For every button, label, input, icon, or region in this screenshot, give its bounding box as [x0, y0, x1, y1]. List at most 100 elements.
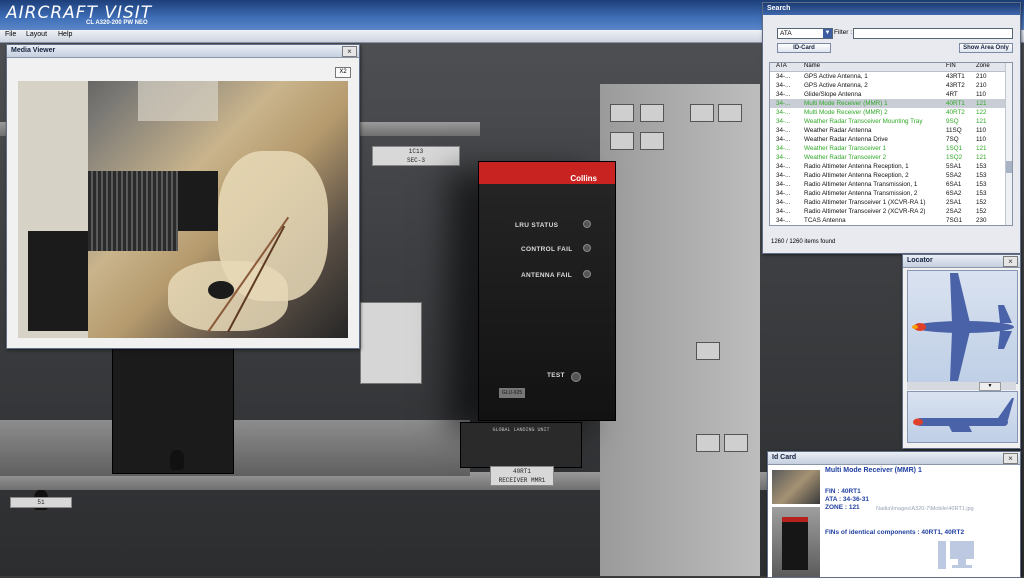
chevron-down-icon[interactable]: ▼ — [979, 382, 1001, 391]
photo-knob — [208, 281, 234, 299]
locator-slider[interactable]: ▼ — [907, 382, 1016, 391]
col-fin[interactable]: FIN — [946, 63, 956, 69]
menu-file[interactable]: File — [5, 31, 16, 38]
component-fin: FIN : 40RT1 — [825, 488, 861, 495]
zoom-x2-button[interactable]: X2 — [335, 67, 351, 78]
rack-knob — [170, 450, 184, 470]
fin-cell: 43RT2 — [946, 82, 965, 89]
photo-upper-tray — [138, 81, 218, 121]
fin-cell: 7SG1 — [946, 217, 963, 224]
zone-cell: 121 — [976, 118, 987, 125]
image-path-hint: Nadia\Images\A320-7\Mobile\40RT1.jpg — [876, 506, 974, 512]
menu-layout[interactable]: Layout — [26, 31, 47, 38]
name-cell: GPS Active Antenna, 2 — [804, 82, 868, 89]
equipment-photo[interactable] — [18, 81, 348, 338]
ata-cell: 34-... — [776, 82, 791, 89]
table-row[interactable]: 34-... Weather Radar Antenna 11SQ 110 — [770, 126, 1006, 135]
fin-cell: 7SQ — [946, 136, 959, 143]
receiver-mmr1-label: 40RT1 RECEIVER MMR1 — [490, 466, 554, 486]
chevron-down-icon[interactable]: ▼ — [823, 29, 832, 38]
table-row[interactable]: 34-... GPS Active Antenna, 2 43RT2 210 — [770, 81, 1006, 90]
zone-cell: 210 — [976, 82, 987, 89]
close-icon[interactable]: × — [1003, 453, 1018, 464]
ata-cell: 34-... — [776, 154, 791, 161]
search-titlebar[interactable]: Search — [763, 3, 1020, 15]
table-row[interactable]: 34-... Radio Altimeter Antenna Reception,… — [770, 162, 1006, 171]
menu-help[interactable]: Help — [58, 31, 72, 38]
zone-cell: 121 — [976, 100, 987, 107]
filter-input[interactable] — [853, 28, 1013, 39]
id-card-button[interactable]: ID-Card — [777, 43, 831, 53]
ata-cell: 34-... — [776, 199, 791, 206]
mmr-lru-unit[interactable]: Collins LRU STATUS CONTROL FAIL ANTENNA … — [478, 161, 616, 421]
name-cell: TCAS Antenna — [804, 217, 846, 224]
id-card-titlebar[interactable]: Id Card × — [768, 452, 1020, 465]
zone-cell: 230 — [976, 217, 987, 224]
component-zone: ZONE : 121 — [825, 504, 860, 511]
name-cell: Weather Radar Transceiver Mounting Tray — [804, 118, 923, 125]
table-row[interactable]: 34-... Glide/Slope Antenna 4RT 110 — [770, 90, 1006, 99]
table-row[interactable]: 34-... Radio Altimeter Transceiver 1 (XCV… — [770, 198, 1006, 207]
ata-cell: 34-... — [776, 190, 791, 197]
component-ata: ATA : 34-36-31 — [825, 496, 869, 503]
ata-select[interactable]: ATA ▼ — [777, 28, 833, 39]
zone-cell: 152 — [976, 208, 987, 215]
photo-dark-box — [28, 231, 88, 331]
table-row[interactable]: 34-... Weather Radar Transceiver Mounting… — [770, 117, 1006, 126]
connector — [640, 104, 664, 122]
equipment-shelf — [0, 420, 470, 476]
name-cell: Radio Altimeter Antenna Transmission, 2 — [804, 190, 918, 197]
table-row[interactable]: 34-... TCAS Antenna 7SG1 230 — [770, 216, 1006, 225]
table-row[interactable]: 34-... GPS Active Antenna, 1 43RT1 210 — [770, 72, 1006, 81]
ata-cell: 34-... — [776, 163, 791, 170]
table-row[interactable]: 34-... Radio Altimeter Antenna Transmissi… — [770, 180, 1006, 189]
media-viewer-titlebar[interactable]: Media Viewer × — [7, 45, 359, 58]
photo-connector — [178, 171, 218, 231]
ata-cell: 34-... — [776, 172, 791, 179]
close-icon[interactable]: × — [342, 46, 357, 57]
fin-cell: 2SA2 — [946, 208, 962, 215]
table-row[interactable]: 34-... Multi Mode Receiver (MMR) 2 40RT2 12… — [770, 108, 1006, 117]
ata-cell: 34-... — [776, 73, 791, 80]
name-cell: Weather Radar Transceiver 2 — [804, 154, 887, 161]
zone-cell: 110 — [976, 136, 987, 143]
zone-cell: 110 — [976, 91, 987, 98]
locator-top-view[interactable] — [907, 270, 1018, 384]
col-name[interactable]: Name — [804, 63, 820, 69]
name-cell: Weather Radar Antenna — [804, 127, 872, 134]
component-unit-thumbnail[interactable] — [772, 507, 820, 577]
table-row[interactable]: 34-... Radio Altimeter Antenna Transmissi… — [770, 189, 1006, 198]
component-name: Multi Mode Receiver (MMR) 1 — [825, 467, 922, 474]
lru-brand-label: Collins — [570, 174, 597, 183]
table-row[interactable]: 34-... Multi Mode Receiver (MMR) 1 40RT1 12… — [770, 99, 1006, 108]
table-scrollbar[interactable] — [1005, 63, 1012, 225]
fin-cell: 9SQ — [946, 118, 959, 125]
ata-cell: 34-... — [776, 208, 791, 215]
ata-cell: 34-... — [776, 145, 791, 152]
locator-titlebar[interactable]: Locator × — [903, 255, 1020, 268]
zone-cell: 153 — [976, 163, 987, 170]
col-zone[interactable]: Zone — [976, 63, 990, 69]
table-row[interactable]: 34-... Radio Altimeter Antenna Reception,… — [770, 171, 1006, 180]
connector — [724, 434, 748, 452]
component-photo-thumbnail[interactable] — [772, 470, 820, 504]
show-area-only-button[interactable]: Show Area Only — [959, 43, 1013, 53]
col-ata[interactable]: ATA — [776, 63, 787, 69]
table-row[interactable]: 34-... Weather Radar Antenna Drive 7SQ 110 — [770, 135, 1006, 144]
unit-thumbnail-body — [782, 517, 808, 570]
name-cell: Radio Altimeter Antenna Reception, 1 — [804, 163, 909, 170]
test-button[interactable] — [571, 372, 581, 382]
table-row[interactable]: 34-... Weather Radar Transceiver 1 1SQ1 121 — [770, 144, 1006, 153]
right-connector-panel — [600, 84, 760, 576]
zone-cell: 210 — [976, 73, 987, 80]
name-cell: Radio Altimeter Antenna Reception, 2 — [804, 172, 909, 179]
id-card-window: Id Card × Multi Mode Receiver (MMR) 1 FI… — [767, 451, 1021, 578]
close-icon[interactable]: × — [1003, 256, 1018, 267]
scrollbar-thumb[interactable] — [1006, 161, 1012, 173]
connector — [718, 104, 742, 122]
control-fail-led — [583, 244, 591, 252]
locator-side-view[interactable] — [907, 391, 1018, 443]
table-row[interactable]: 34-... Radio Altimeter Transceiver 2 (XCV… — [770, 207, 1006, 216]
connector — [696, 434, 720, 452]
table-row[interactable]: 34-... Weather Radar Transceiver 2 1SQ2 121 — [770, 153, 1006, 162]
